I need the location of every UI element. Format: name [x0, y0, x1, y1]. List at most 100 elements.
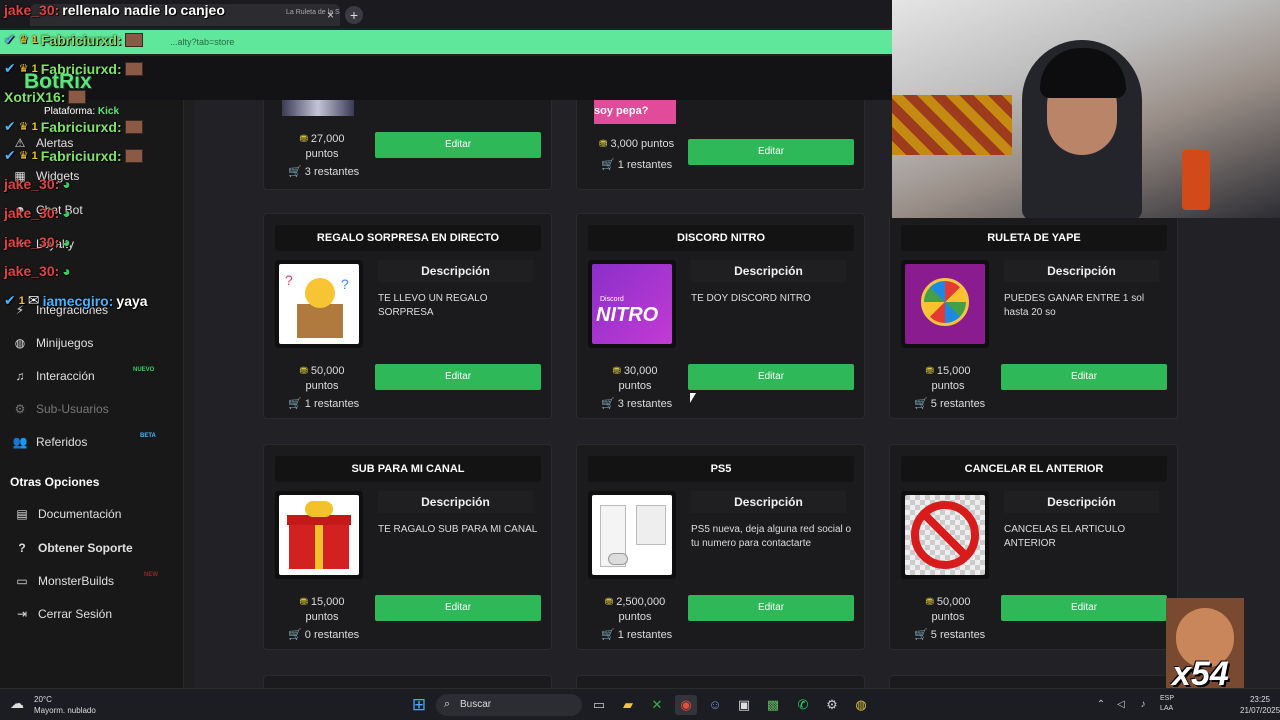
book-icon: ▤ [16, 507, 28, 521]
coins-icon: ⛃ [925, 597, 934, 608]
edit-button[interactable]: Editar [688, 364, 854, 390]
reward-image: ? ? [275, 260, 363, 348]
settings-icon[interactable]: ⚙ [821, 695, 843, 715]
app-icon[interactable]: ◍ [850, 695, 872, 715]
reward-card: PS5 Descripción PS5 nueva, deja alguna r… [576, 444, 865, 650]
reward-description: TE LLEVO UN REGALO SORPRESA [378, 293, 488, 318]
whatsapp-icon[interactable]: ✆ [792, 695, 814, 715]
reward-stock: 🛒 1 restantes [601, 159, 673, 171]
gem-icon: ◕ [62, 263, 71, 279]
coins-icon: ⛃ [299, 134, 308, 145]
reward-title: CANCELAR EL ANTERIOR [901, 456, 1167, 482]
chrome-icon[interactable]: ◉ [675, 695, 697, 715]
description-heading: Descripción [1004, 260, 1159, 282]
emote-icon [68, 90, 87, 104]
beta-badge: BETA [140, 433, 156, 439]
cart-icon: 🛒 [288, 398, 302, 410]
sidebar-scrollbar[interactable] [184, 100, 194, 688]
sidebar-item-monsterbuilds[interactable]: ▭ MonsterBuilds [14, 574, 114, 588]
reward-image [275, 491, 363, 579]
sidebar-item-minijuegos[interactable]: ◍ Minijuegos [12, 336, 94, 350]
reward-card: soy pepa? ⛃ 3,000 puntos 🛒 1 restantes E… [576, 100, 865, 190]
check-icon: ✔ [4, 292, 16, 308]
reward-title: DISCORD NITRO [588, 225, 854, 251]
edit-button[interactable]: Editar [688, 595, 854, 621]
sidebar-item-subusuarios[interactable]: ⚙ Sub-Usuarios [12, 402, 109, 416]
folder-icon[interactable]: ▰ [617, 695, 639, 715]
new-badge: NUEVO [133, 367, 155, 373]
taskbar-search[interactable]: ⌕ Buscar [436, 694, 582, 716]
reward-price: ⛃ 15,000 puntos [925, 365, 971, 392]
sidebar-item-referidos[interactable]: 👥 Referidos [12, 435, 88, 449]
edit-button[interactable]: Editar [1001, 595, 1167, 621]
xbox-icon[interactable]: ✕ [646, 695, 668, 715]
gem-icon: ◕ [62, 176, 71, 192]
reward-image: soy pepa? [594, 100, 676, 124]
weather-widget[interactable]: ☁ 20°C Mayorm. nublado [10, 694, 96, 716]
reward-price: ⛃ 50,000 puntos [925, 596, 971, 623]
url-text: ...alty?tab=store [170, 37, 235, 47]
ps5-image [592, 495, 672, 575]
chat-line: XotriX16: [4, 89, 87, 105]
description-heading: Descripción [378, 491, 533, 513]
reward-card [576, 675, 865, 688]
mic-icon[interactable]: ♪ [1132, 695, 1154, 715]
cloud-icon: ☁ [10, 695, 24, 711]
nitro-image: Discord NITRO [592, 264, 672, 344]
description-heading: Descripción [691, 491, 846, 513]
edit-button[interactable]: Editar [1001, 364, 1167, 390]
cart-icon: 🛒 [288, 629, 302, 641]
reward-card: REGALO SORPRESA EN DIRECTO ? ? Descripci… [263, 213, 552, 419]
screen: La Ruleta de la S × + ...alty?tab=store … [0, 0, 1280, 720]
reward-price: ⛃ 30,000 puntos [612, 365, 658, 392]
search-icon: ⌕ [444, 698, 451, 710]
language-indicator[interactable]: ESP LAA [1160, 694, 1174, 714]
tray-chevron-icon[interactable]: ⌃ [1090, 695, 1112, 715]
windows-start-icon[interactable]: ⊞ [408, 695, 430, 715]
cart-icon: 🛒 [601, 629, 615, 641]
sidebar-item-interaccion[interactable]: ♫ Interacción [12, 369, 95, 383]
gem-icon: ◕ [62, 234, 71, 250]
volume-icon[interactable]: ◁ [1110, 695, 1132, 715]
webcam-overlay [892, 0, 1280, 218]
store-icon[interactable]: ▣ [733, 695, 755, 715]
surprise-box-image: ? ? [279, 264, 359, 344]
sidebar-item-documentacion[interactable]: ▤ Documentación [14, 507, 121, 521]
emote-icon [124, 148, 143, 163]
reward-stock: 🛒 3 restantes [288, 166, 360, 178]
check-icon: ✔ [4, 147, 16, 163]
reward-image [282, 100, 354, 116]
coins-icon: ⛃ [612, 366, 621, 377]
close-icon[interactable]: × [327, 8, 334, 22]
task-view-icon[interactable]: ▭ [588, 695, 610, 715]
reward-stock: 🛒 0 restantes [288, 629, 360, 641]
edit-button[interactable]: Editar [375, 364, 541, 390]
chat-line: jake_30: ◕ [4, 205, 71, 221]
chat-line: jake_30: ◕ [4, 176, 71, 192]
clock[interactable]: 23:25 21/07/2025 [1240, 694, 1280, 716]
reward-stock: 🛒 1 restantes [601, 629, 673, 641]
sidebar-item-soporte[interactable]: ? Obtener Soporte [14, 541, 132, 555]
edit-button[interactable]: Editar [375, 132, 541, 158]
sidebar-item-cerrar[interactable]: ⇥ Cerrar Sesión [14, 607, 112, 621]
reward-card [263, 675, 552, 688]
edit-button[interactable]: Editar [688, 139, 854, 165]
reward-title: PS5 [588, 456, 854, 482]
cart-icon: 🛒 [601, 398, 615, 410]
mouse-cursor [690, 393, 696, 403]
reward-stock: 🛒 5 restantes [914, 398, 986, 410]
reward-description: TE RAGALO SUB PARA MI CANAL [378, 524, 538, 535]
chat-line: ✔ ♛ 1 Fabriciurxd: [4, 31, 143, 48]
reward-price: ⛃ 27,000 puntos [299, 133, 345, 160]
new-tab-button[interactable]: + [345, 6, 363, 24]
reward-card: RULETA DE YAPE Descripción PUEDES GANAR … [889, 213, 1178, 419]
minecraft-icon[interactable]: ▩ [762, 695, 784, 715]
discord-icon[interactable]: ☺ [704, 695, 726, 715]
reward-price: ⛃ 3,000 puntos [599, 138, 675, 150]
edit-button[interactable]: Editar [375, 595, 541, 621]
reward-image [901, 260, 989, 348]
taskbar: ☁ 20°C Mayorm. nublado ⊞ ⌕ Buscar ▭ ▰ ✕ ◉… [0, 688, 1280, 720]
gem-icon: ◕ [62, 205, 71, 221]
reward-card: CANCELAR EL ANTERIOR Descripción CANCELA… [889, 444, 1178, 650]
crown-icon: ♛ [18, 121, 29, 133]
